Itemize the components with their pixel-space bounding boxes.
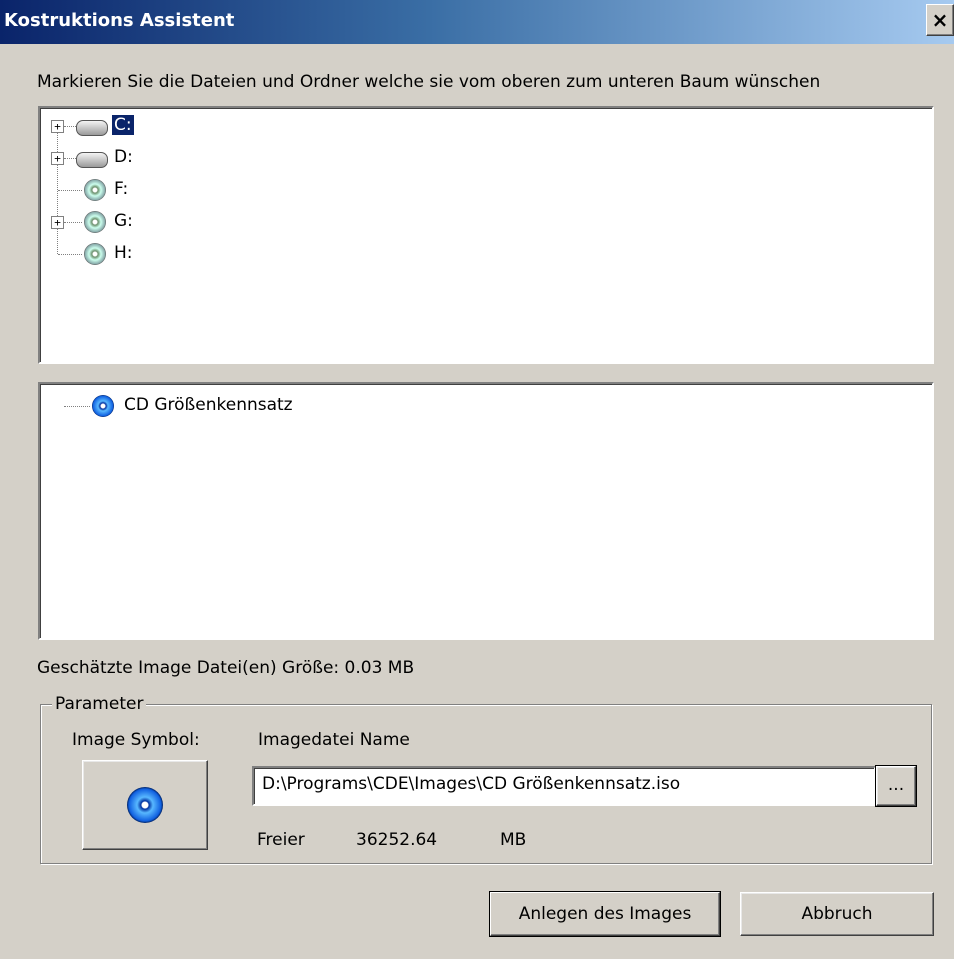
tree-node-c[interactable]: + C: — [48, 112, 348, 142]
browse-button[interactable]: ... — [875, 765, 917, 807]
estimated-size-text: Geschätzte Image Datei(en) Größe: 0.03 M… — [37, 658, 415, 678]
cancel-button[interactable]: Abbruch — [740, 892, 934, 936]
create-image-button[interactable]: Anlegen des Images — [490, 892, 720, 936]
parameter-legend: Parameter — [52, 694, 147, 714]
cd-drive-icon — [84, 211, 106, 233]
tree-node-d[interactable]: + D: — [48, 144, 348, 174]
close-button[interactable]: × — [926, 4, 954, 36]
expand-icon[interactable]: + — [51, 216, 64, 229]
tree-node-cd-root[interactable]: CD Größenkennsatz — [58, 392, 458, 422]
tree-node-label[interactable]: G: — [114, 211, 133, 231]
cd-disc-icon — [92, 395, 114, 417]
free-space-unit: MB — [500, 830, 527, 850]
free-space-label: Freier — [257, 830, 305, 850]
expand-icon[interactable]: + — [51, 152, 64, 165]
tree-node-label[interactable]: H: — [114, 243, 133, 263]
tree-node-f[interactable]: F: — [48, 176, 348, 206]
tree-node-g[interactable]: + G: — [48, 208, 348, 238]
hard-drive-icon — [76, 120, 108, 136]
cd-drive-icon — [84, 243, 106, 265]
hard-drive-icon — [76, 152, 108, 168]
title-bar: Kostruktions Assistent × — [0, 0, 954, 44]
target-tree[interactable]: CD Größenkennsatz — [38, 382, 934, 640]
cd-drive-icon — [84, 179, 106, 201]
image-symbol-label: Image Symbol: — [72, 730, 200, 750]
instruction-text: Markieren Sie die Dateien und Ordner wel… — [37, 72, 821, 92]
free-space-value: 36252.64 — [356, 830, 438, 850]
tree-node-label[interactable]: D: — [114, 147, 133, 167]
cd-disc-icon — [127, 787, 163, 823]
expand-icon[interactable]: + — [51, 120, 64, 133]
tree-node-h[interactable]: H: — [48, 240, 348, 270]
image-file-path-input[interactable]: D:\Programs\CDE\Images\CD Größenkennsatz… — [252, 766, 876, 806]
tree-node-label[interactable]: C: — [112, 115, 134, 135]
window-title: Kostruktions Assistent — [4, 10, 235, 31]
image-symbol-button[interactable] — [82, 760, 208, 850]
source-tree[interactable]: + C: + D: F: + G: H: — [38, 106, 934, 364]
file-name-label: Imagedatei Name — [258, 730, 410, 750]
tree-node-label[interactable]: F: — [114, 179, 128, 199]
tree-node-label[interactable]: CD Größenkennsatz — [124, 395, 293, 415]
